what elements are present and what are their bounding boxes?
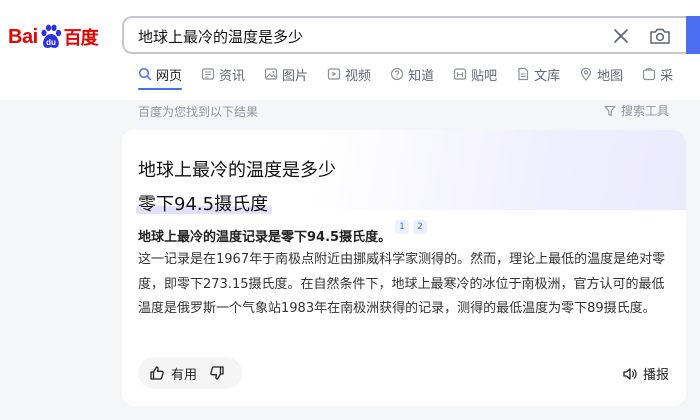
search-box bbox=[122, 16, 694, 54]
close-icon[interactable] bbox=[610, 25, 632, 47]
tab-label: 地图 bbox=[597, 68, 624, 84]
tab-news[interactable]: 资讯 bbox=[201, 64, 245, 84]
answer-card: 地球上最冷的温度是多少 零下94.5摄氏度 地球上最冷的温度记录是零下94.5摄… bbox=[122, 130, 686, 406]
tab-label: 网页 bbox=[156, 68, 183, 84]
tab-label: 采 bbox=[660, 68, 674, 84]
feedback-bar: 有用 bbox=[138, 357, 242, 389]
play-button[interactable]: 播报 bbox=[622, 364, 669, 383]
logo-text-zh: 百度 bbox=[63, 28, 99, 49]
thumbs-down-icon[interactable] bbox=[209, 365, 225, 381]
camera-icon[interactable] bbox=[648, 24, 672, 48]
answer-summary: 地球上最冷的温度记录是零下94.5摄氏度。 bbox=[138, 230, 392, 245]
tab-label: 视频 bbox=[345, 68, 372, 84]
shopping-icon bbox=[643, 67, 656, 81]
tab-label: 贴吧 bbox=[471, 68, 498, 84]
tab-images[interactable]: 图片 bbox=[264, 64, 308, 84]
question-icon bbox=[390, 67, 404, 81]
image-icon bbox=[264, 68, 278, 80]
citation-link[interactable]: 1 bbox=[395, 220, 409, 234]
tab-web[interactable]: 网页 bbox=[138, 64, 182, 84]
active-tab-indicator bbox=[138, 88, 182, 90]
search-tools-button[interactable]: 搜索工具 bbox=[604, 102, 669, 119]
answer-headline: 零下94.5摄氏度 bbox=[138, 194, 269, 215]
tab-more[interactable]: 采 bbox=[642, 64, 673, 84]
video-icon bbox=[327, 68, 341, 80]
baidu-logo[interactable]: Bai du 百度 bbox=[8, 22, 99, 52]
search-button[interactable] bbox=[686, 16, 700, 54]
answer-question: 地球上最冷的温度是多少 bbox=[138, 160, 336, 181]
top-bar: Bai du 百度 网页 资讯 图片 bbox=[0, 0, 700, 100]
search-icon bbox=[138, 67, 152, 81]
tab-label: 文库 bbox=[534, 68, 561, 84]
tab-zhidao[interactable]: 知道 bbox=[390, 64, 434, 84]
tab-wenku[interactable]: 文库 bbox=[516, 64, 560, 84]
tab-label: 资讯 bbox=[219, 68, 246, 84]
paw-icon: du bbox=[41, 24, 61, 48]
map-pin-icon bbox=[581, 67, 592, 81]
search-tabs: 网页 资讯 图片 视频 知道 贴吧 文库 地图 采 bbox=[138, 64, 692, 84]
tab-map[interactable]: 地图 bbox=[579, 64, 623, 84]
thumbs-up-icon[interactable] bbox=[149, 365, 165, 381]
play-label: 播报 bbox=[643, 368, 670, 383]
tab-tieba[interactable]: 贴吧 bbox=[453, 64, 497, 84]
result-count-info: 百度为您找到以下结果 bbox=[138, 105, 259, 119]
tab-label: 图片 bbox=[282, 68, 309, 84]
news-icon bbox=[201, 68, 215, 80]
citation-link[interactable]: 2 bbox=[413, 220, 427, 234]
logo-text-du: du bbox=[46, 38, 56, 47]
tab-video[interactable]: 视频 bbox=[327, 64, 371, 84]
useful-button-label[interactable]: 有用 bbox=[171, 364, 197, 383]
filter-icon bbox=[604, 105, 616, 116]
speaker-icon bbox=[623, 367, 637, 380]
search-input[interactable] bbox=[138, 25, 578, 47]
document-icon bbox=[518, 67, 529, 81]
search-tools-label: 搜索工具 bbox=[621, 104, 670, 118]
tieba-icon bbox=[453, 68, 467, 80]
logo-text-bai: Bai bbox=[8, 25, 38, 48]
tab-label: 知道 bbox=[408, 68, 435, 84]
answer-body-text: 这一记录是在1967年于南极点附近由挪威科学家测得的。然而，理论上最低的温度是绝… bbox=[138, 252, 666, 316]
